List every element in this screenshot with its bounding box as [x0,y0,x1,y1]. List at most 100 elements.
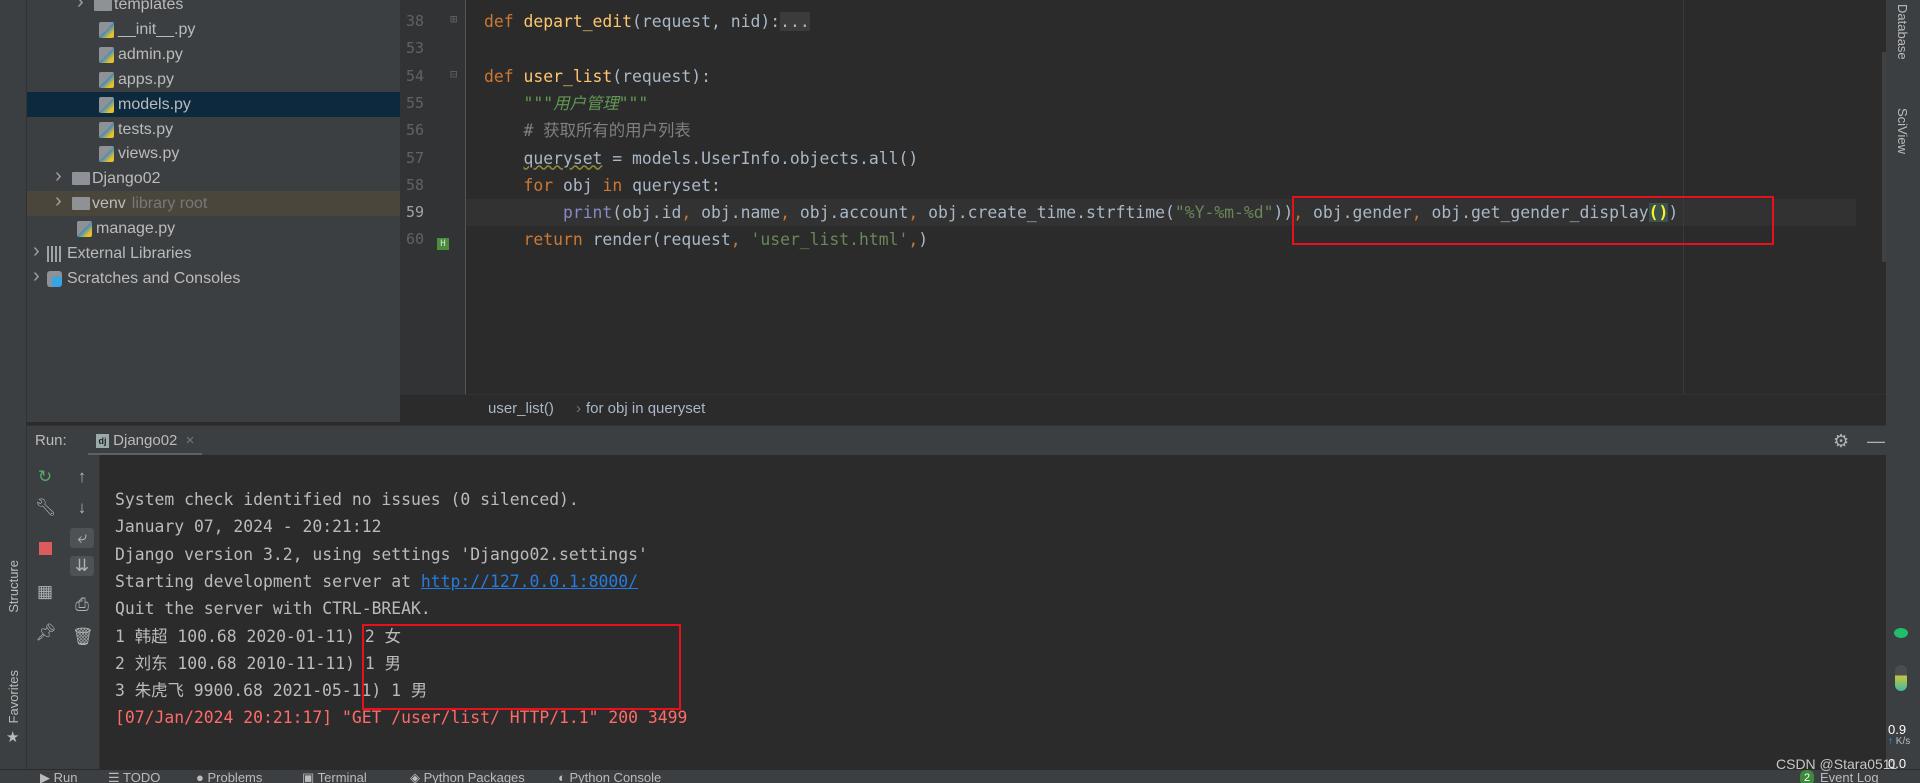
breadcrumb-item-function[interactable]: user_list() [488,395,554,423]
tree-item[interactable]: __init__.py [27,17,400,42]
code-token: obj [562,175,603,195]
tree-item[interactable]: manage.py [27,216,400,241]
code-token: obj.account [799,203,909,223]
breadcrumb-item-loop[interactable]: for obj in queryset [586,395,705,423]
wrench-icon[interactable]: 🔧︎ [35,498,57,518]
tree-item[interactable]: › Scratches and Consoles [27,264,400,291]
right-tool-stripe: Database SciView 0.9 ↑ K/s 0.0 [1886,0,1920,771]
scratches-icon [47,270,62,287]
bottom-tab-run[interactable]: ▶ Run [40,770,77,783]
bottom-tool-bar: ▶ Run ☰ TODO ● Problems ▣ Terminal ◈ Python … [0,769,1920,783]
tree-item[interactable]: views.py [27,141,400,166]
layout-icon[interactable]: ▦ [35,582,55,602]
folder-icon [94,0,112,11]
django-icon: dj [96,434,109,449]
code-line[interactable]: queryset = models.UserInfo.objects.all() [484,145,918,172]
code-token: return [523,230,593,250]
chevron-right-icon[interactable]: › [55,164,62,189]
code-line[interactable]: def depart_edit(request, nid):... [484,8,810,35]
console-line: 1 韩超 100.68 2020-01-11) 2 女 [115,623,401,650]
tree-item-label: apps.py [118,70,175,88]
code-line[interactable]: # 获取所有的用户列表 [484,117,691,144]
chevron-right-icon[interactable]: › [33,264,40,289]
tab-label: Terminal [317,770,367,783]
line-number: 54 [406,66,425,85]
bottom-tab-problems[interactable]: ● Problems [196,770,262,783]
tree-item[interactable]: › External Libraries [27,239,400,266]
up-arrow-icon[interactable]: ↑ [72,467,92,487]
soft-wrap-icon[interactable]: ⤶ [70,528,94,548]
up-arrow-icon: ↑ [1888,736,1893,747]
code-token: , [730,230,751,250]
close-icon[interactable]: × [186,432,195,449]
chevron-right-icon[interactable]: › [77,0,84,15]
code-token: depart_edit [523,12,633,31]
gear-icon[interactable]: ⚙ [1833,426,1849,456]
tree-item[interactable]: admin.py [27,42,400,67]
python-file-icon [99,96,114,113]
structure-tab[interactable]: Structure [6,560,21,613]
status-indicator-icon [1894,628,1908,638]
tree-item[interactable]: › venv library root [27,189,400,217]
code-line[interactable]: for obj in queryset: [484,172,720,199]
code-token: obj.name [701,203,781,223]
tree-item[interactable]: models.py [27,91,400,117]
sciview-tab[interactable]: SciView [1895,108,1910,154]
method-gutter-icon[interactable]: H [437,238,449,250]
print-icon[interactable]: ⎙ [72,595,92,615]
tree-item-label: views.py [118,145,180,163]
bottom-tab-terminal[interactable]: ▣ Terminal [302,770,367,783]
editor-gutter: 38 53 54 55 56 57 58 59 60 ⊞ ⊟ H [400,0,466,394]
code-token: # 获取所有的用户列表 [523,121,691,141]
tree-item[interactable]: tests.py [27,117,400,142]
python-file-icon [99,71,114,88]
bottom-tab-python-console[interactable]: ◐ Python Console [558,770,661,783]
code-token: (request): [612,66,711,86]
console-line: Starting development server at http://12… [115,568,638,595]
code-line[interactable]: return render(request, 'user_list.html',… [484,226,928,253]
code-line[interactable]: """用户管理""" [484,90,648,117]
line-number: 57 [406,148,425,167]
tab-django02[interactable]: dj Django02 × [88,426,203,456]
trash-icon[interactable]: 🗑︎ [72,627,94,647]
breadcrumb-separator: › [576,400,581,417]
scroll-to-end-icon[interactable]: ⇊ [70,556,94,576]
console-link[interactable]: http://127.0.0.1:8000/ [421,572,638,591]
rerun-icon[interactable]: ↻ [35,467,55,487]
console-text: Quit the server with CTRL-BREAK. [115,599,431,619]
code-token: queryset [523,148,603,168]
database-tab[interactable]: Database [1895,4,1910,60]
bottom-tab-python-packages[interactable]: ◈ Python Packages [410,770,525,783]
line-number: 58 [406,175,425,194]
console-text: System check identified no issues (0 sil… [115,490,579,509]
run-console-output[interactable]: System check identified no issues (0 sil… [100,455,1886,769]
line-number: 38 [406,12,425,30]
code-token: (request, nid): [632,12,781,31]
code-line[interactable]: def user_list(request): [484,63,711,90]
tree-item[interactable]: › templates [27,0,400,17]
chevron-right-icon[interactable]: › [55,189,62,214]
tree-item-label: tests.py [118,120,174,138]
tree-item[interactable]: › Django02 [27,164,400,191]
code-token: """用户管理""" [523,93,649,113]
chevron-right-icon[interactable]: › [33,239,40,264]
console-line: Quit the server with CTRL-BREAK. [115,595,431,622]
tree-item[interactable]: apps.py [27,67,400,92]
line-number: 56 [406,121,425,140]
minimize-icon[interactable]: — [1867,426,1885,456]
down-arrow-icon[interactable]: ↓ [72,498,92,518]
favorites-tab[interactable]: Favorites [6,670,21,723]
tab-icon: ◈ [410,770,424,783]
tab-icon: ▶ [40,770,54,783]
pin-icon[interactable]: 📌︎ [35,623,57,643]
code-token: (obj.id [612,203,682,223]
bottom-tab-todo[interactable]: ☰ TODO [108,770,160,783]
console-line: Django version 3.2, using settings 'Djan… [115,541,648,568]
stop-icon[interactable] [35,540,55,560]
tab-label: Python Console [569,770,662,783]
tab-label: Django02 [113,432,178,449]
